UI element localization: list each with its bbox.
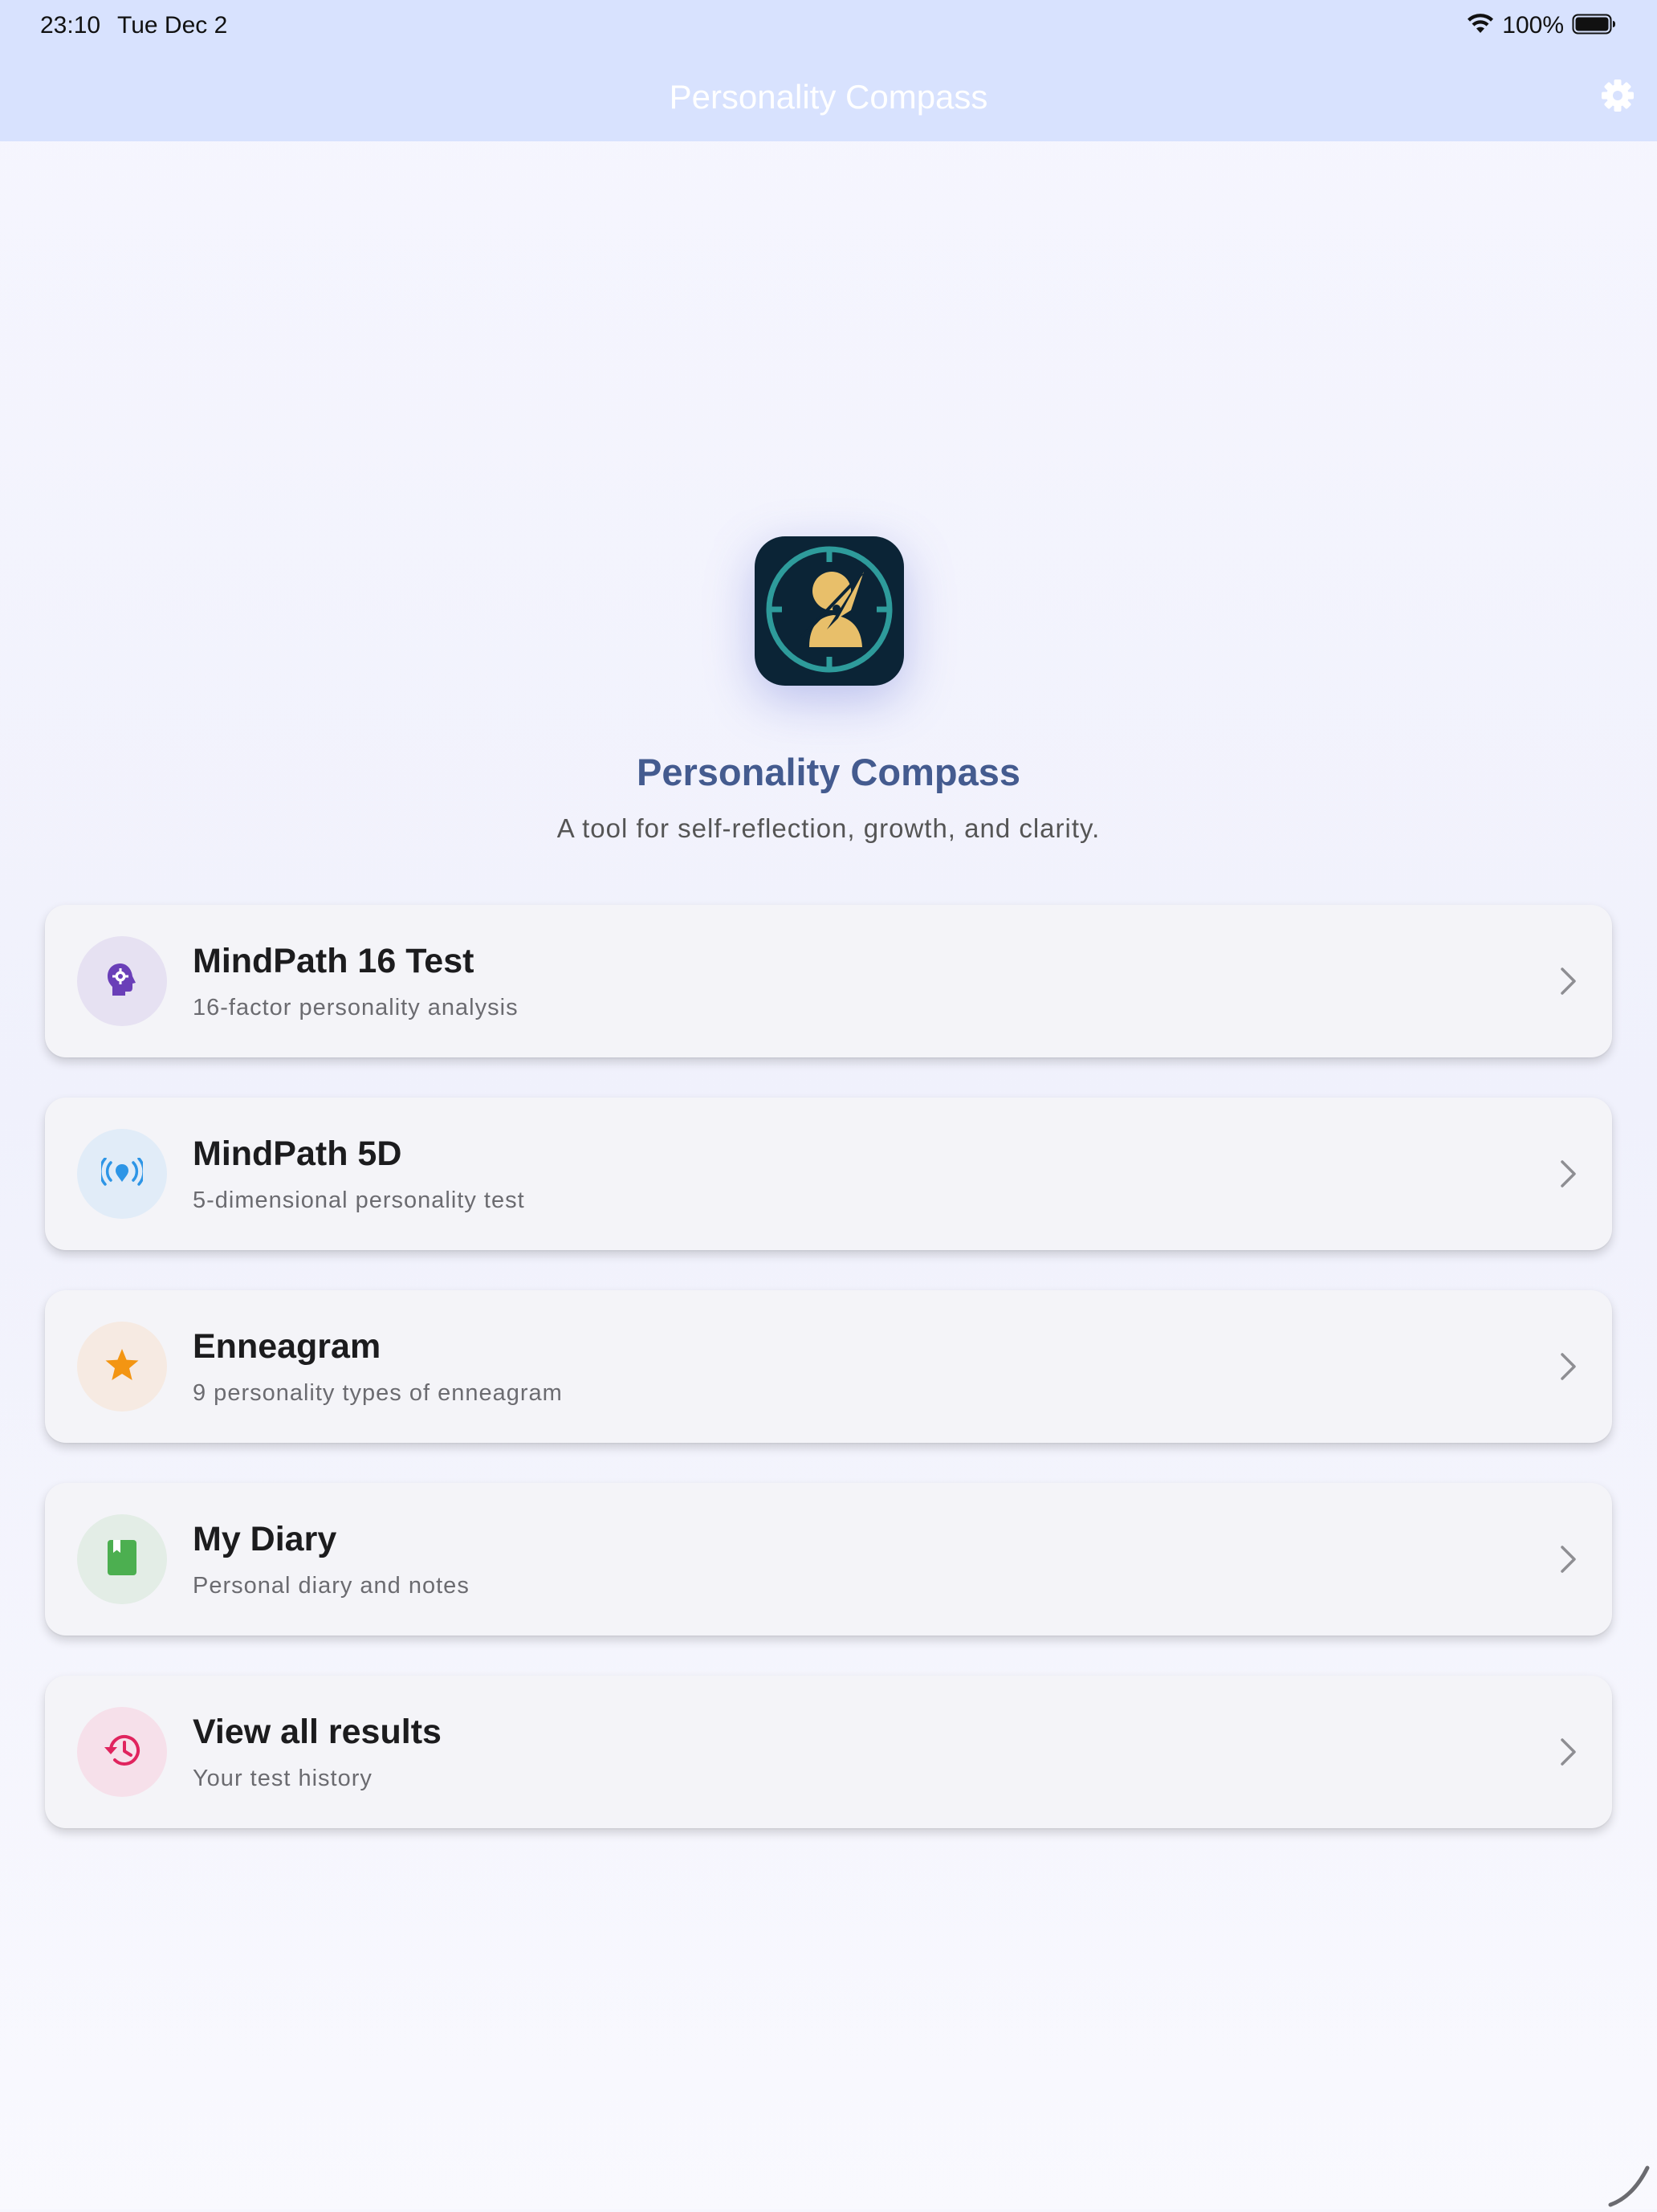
card-subtitle: Personal diary and notes [193,1573,470,1599]
card-icon-circle [77,1514,167,1604]
home-indicator[interactable] [1606,2152,1654,2208]
chevron-right-icon [1553,965,1585,997]
top-bar: 23:10 Tue Dec 2 100% Personality Compass [0,0,1657,141]
card-icon-circle [77,1707,167,1797]
status-date: Tue Dec 2 [117,12,228,39]
battery-icon [1572,14,1617,39]
card-my-diary[interactable]: My Diary Personal diary and notes [45,1483,1612,1636]
compass-figure-icon [761,541,898,682]
star-icon [104,1348,140,1386]
card-mindpath-16-test[interactable]: MindPath 16 Test 16-factor personality a… [45,905,1612,1057]
book-icon [107,1539,137,1580]
chevron-right-icon [1553,1543,1585,1575]
card-subtitle: 5-dimensional personality test [193,1187,525,1213]
card-title: View all results [193,1713,442,1751]
chevron-right-icon [1553,1350,1585,1383]
card-icon-circle [77,936,167,1026]
card-title: Enneagram [193,1327,381,1366]
card-subtitle: 16-factor personality analysis [193,995,519,1020]
head-gear-icon [106,962,138,1001]
status-time: 23:10 [40,12,101,39]
history-icon [103,1733,141,1772]
app-title: Personality Compass [636,751,1020,793]
card-mindpath-5d[interactable]: MindPath 5D 5-dimensional personality te… [45,1098,1612,1250]
nav-title: Personality Compass [669,78,988,116]
broadcast-icon [99,1156,145,1191]
gear-icon [1601,79,1635,116]
card-view-all-results[interactable]: View all results Your test history [45,1676,1612,1828]
card-icon-circle [77,1129,167,1219]
wifi-icon [1467,13,1494,39]
app-subtitle: A tool for self-reflection, growth, and … [556,813,1101,843]
card-subtitle: 9 personality types of enneagram [193,1380,563,1406]
card-title: My Diary [193,1520,337,1558]
status-indicators: 100% [1467,11,1617,40]
card-title: MindPath 16 Test [193,942,474,980]
battery-percentage: 100% [1502,12,1564,39]
card-enneagram[interactable]: Enneagram 9 personality types of enneagr… [45,1290,1612,1443]
chevron-right-icon [1553,1158,1585,1190]
card-icon-circle [77,1322,167,1412]
card-subtitle: Your test history [193,1766,373,1791]
settings-button[interactable] [1598,77,1638,117]
app-logo [755,536,904,686]
chevron-right-icon [1553,1736,1585,1768]
card-title: MindPath 5D [193,1135,402,1173]
